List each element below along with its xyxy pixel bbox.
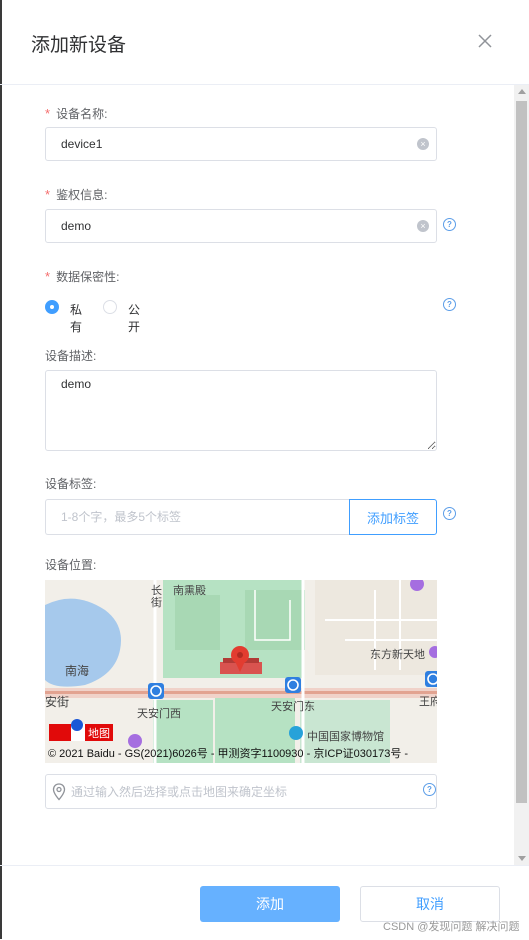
privacy-radio-group: 私有 公开 [45,300,245,334]
add-button[interactable]: 添加 [200,886,340,922]
device-name-label: * 设备名称: [45,106,108,121]
scroll-thumb[interactable] [516,101,527,803]
required-mark: * [45,269,51,284]
map-label: 安街 [45,695,70,709]
radio-label: 公开 [128,303,141,334]
dialog-title: 添加新设备 [31,35,127,56]
map-label: 中国国家博物馆 [307,731,384,743]
tags-input[interactable] [45,499,349,535]
clear-icon[interactable]: × [417,220,429,232]
baidu-logo: 地图 [88,728,110,740]
map-label: 王府 [419,696,437,708]
map-label: 南熏殿 [173,585,206,597]
map-copyright: © 2021 Baidu - GS(2021)6026号 - 甲测资字11009… [48,748,409,760]
dialog-header: 添加新设备 [0,0,529,85]
radio-label: 私有 [70,303,83,334]
help-icon[interactable]: ? [423,783,436,796]
location-pin-icon [52,783,66,801]
description-label: 设备描述: [45,349,97,363]
dialog-body: *设备名称: × *鉴权信息: × ? *数据保密性: 私有 公开 ? 设备描述… [0,85,529,865]
required-mark: * [45,106,51,121]
add-device-dialog: 添加新设备 *设备名称: × *鉴权信息: × ? *数据保密性: 私有 公开 … [0,0,529,939]
cancel-button[interactable]: 取消 [360,886,500,922]
tags-label: 设备标签: [45,477,97,491]
radio-circle[interactable] [103,300,117,314]
scroll-up-arrow-icon[interactable] [518,89,526,94]
map-label: 天安门西 [137,708,181,720]
map[interactable]: 长 街 南熏殿 南海 安街 天安门西 天安门东 东方新天地 王府 中国国家博物馆… [45,580,437,763]
map-label: 东方新天地 [370,649,425,661]
help-icon[interactable]: ? [443,218,456,231]
scroll-down-arrow-icon[interactable] [518,856,526,861]
close-icon[interactable] [474,30,496,52]
help-icon[interactable]: ? [443,298,456,311]
dialog-footer: 添加 取消 CSDN @发现问题 解决问题 [0,865,529,940]
watermark: CSDN @发现问题 解决问题 [383,921,520,933]
radio-circle-checked[interactable] [45,300,59,314]
scrollbar[interactable] [514,85,529,865]
add-tag-button[interactable]: 添加标签 [349,499,437,535]
auth-input[interactable] [45,209,437,243]
device-name-input[interactable] [45,127,437,161]
map-label: 南海 [65,664,90,678]
description-textarea[interactable]: demo [45,370,437,451]
clear-icon[interactable]: × [417,138,429,150]
location-label: 设备位置: [45,558,97,572]
location-input[interactable] [45,774,437,809]
auth-label: * 鉴权信息: [45,187,108,202]
map-label: 街 [151,597,162,609]
map-label: 天安门东 [271,701,315,713]
required-mark: * [45,187,51,202]
help-icon[interactable]: ? [443,507,456,520]
privacy-label: * 数据保密性: [45,269,120,284]
